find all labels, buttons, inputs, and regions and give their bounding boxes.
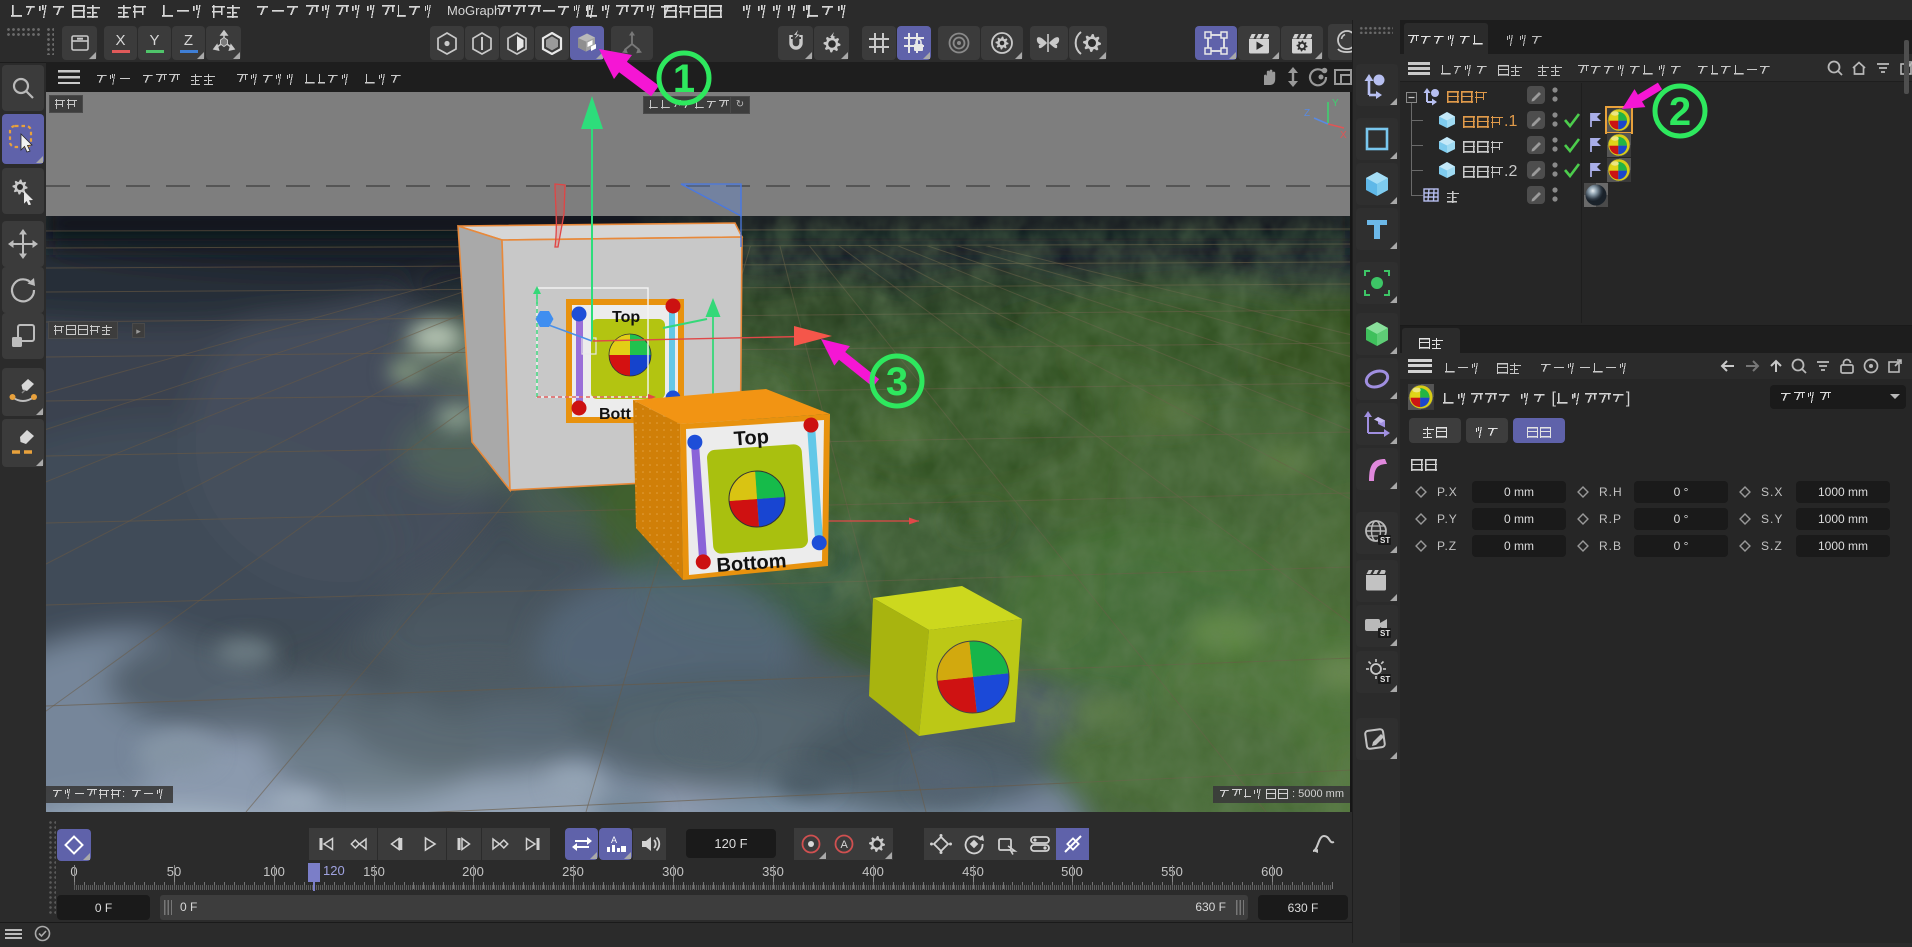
svg-text:A: A: [611, 835, 617, 845]
svg-text:Bottom: Bottom: [716, 550, 787, 577]
svg-text:Y: Y: [1332, 98, 1339, 109]
svg-text:X: X: [1340, 130, 1347, 140]
svg-text:ST: ST: [1380, 629, 1390, 638]
svg-text:Top: Top: [733, 426, 770, 450]
svg-text:Top: Top: [612, 309, 640, 326]
svg-text:Z: Z: [1304, 108, 1310, 119]
svg-text:Bott: Bott: [599, 406, 632, 423]
svg-text:A: A: [840, 839, 848, 851]
svg-text:ST: ST: [1380, 536, 1390, 545]
svg-text:ST: ST: [1380, 675, 1390, 684]
